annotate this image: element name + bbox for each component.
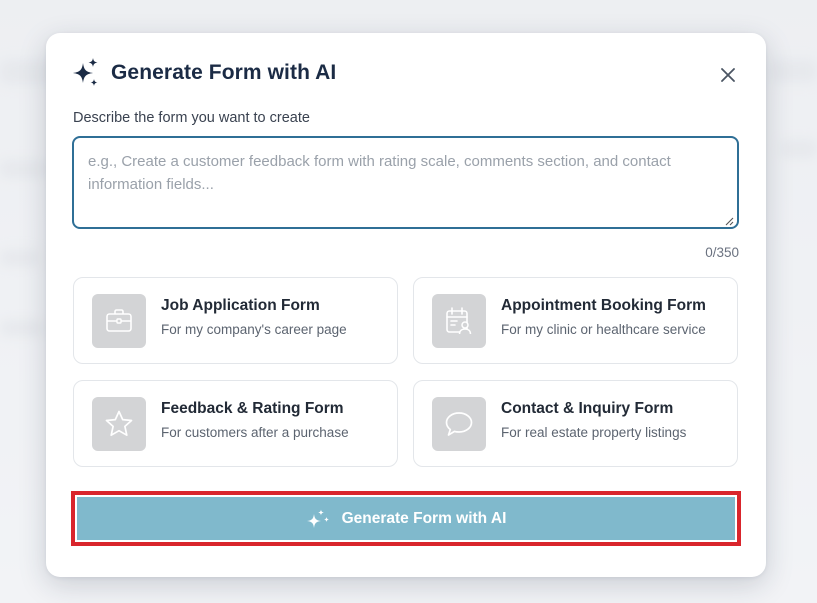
dialog-header: Generate Form with AI [72,57,336,89]
resize-handle-icon[interactable] [724,216,734,226]
card-title: Job Application Form [161,297,320,314]
generate-form-dialog: Generate Form with AI Describe the form … [46,33,766,577]
close-button[interactable] [718,65,738,85]
card-subtitle: For real estate property listings [501,425,687,440]
character-counter: 0/350 [705,245,739,260]
close-icon [721,68,735,82]
template-card-appointment-booking[interactable]: Appointment Booking Form For my clinic o… [413,277,738,364]
card-title: Feedback & Rating Form [161,400,344,417]
generate-form-button[interactable]: Generate Form with AI [77,497,735,540]
dialog-title: Generate Form with AI [111,61,337,84]
template-card-contact-inquiry[interactable]: Contact & Inquiry Form For real estate p… [413,380,738,467]
star-icon [92,397,146,451]
briefcase-icon [92,294,146,348]
sparkles-icon [72,57,100,89]
template-card-feedback-rating[interactable]: Feedback & Rating Form For customers aft… [73,380,398,467]
prompt-textarea[interactable] [72,136,739,229]
chat-bubble-icon [432,397,486,451]
card-subtitle: For customers after a purchase [161,425,349,440]
card-title: Contact & Inquiry Form [501,400,674,417]
calendar-user-icon [432,294,486,348]
template-card-job-application[interactable]: Job Application Form For my company's ca… [73,277,398,364]
sparkles-icon [306,509,330,529]
generate-button-label: Generate Form with AI [341,509,507,527]
card-subtitle: For my company's career page [161,322,347,337]
card-subtitle: For my clinic or healthcare service [501,322,706,337]
generate-button-highlight: Generate Form with AI [71,491,741,546]
card-title: Appointment Booking Form [501,297,706,314]
prompt-label: Describe the form you want to create [73,110,310,126]
